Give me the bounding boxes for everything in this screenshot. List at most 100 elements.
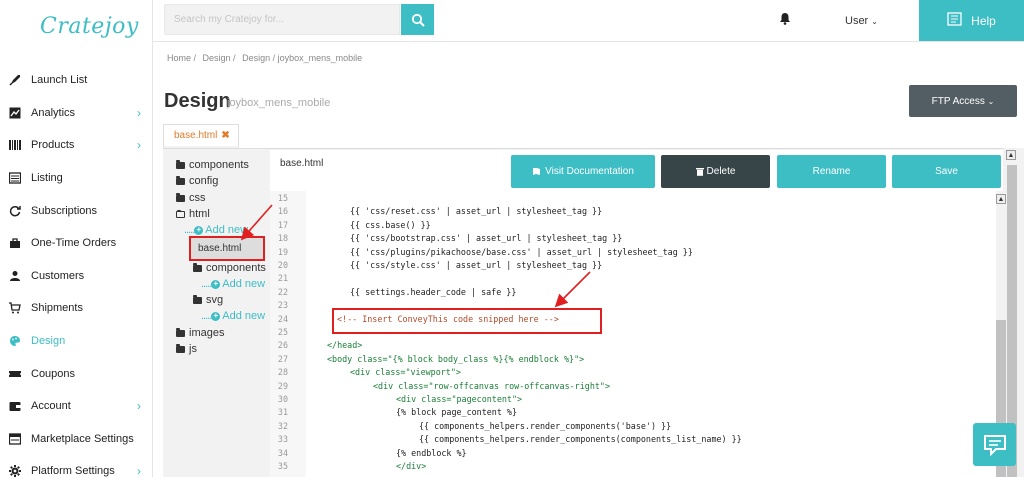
tree-folder-images[interactable]: images bbox=[176, 327, 224, 339]
line-number: 22 bbox=[277, 286, 288, 297]
tree-folder-css[interactable]: css bbox=[176, 192, 206, 204]
sidebar-item-label: Listing bbox=[31, 172, 63, 185]
sidebar-item-listing[interactable]: Listing bbox=[0, 162, 153, 195]
help-button[interactable]: Help bbox=[919, 0, 1024, 41]
close-tab-icon[interactable]: ✖ bbox=[221, 130, 229, 141]
add-new-label: Add new bbox=[205, 224, 249, 236]
sidebar-item-design[interactable]: Design bbox=[0, 325, 153, 358]
code-line: 20 {{ 'css/style.css' | asset_url | style… bbox=[270, 259, 602, 271]
delete-button[interactable]: Delete bbox=[661, 155, 770, 188]
tree-folder-config[interactable]: config bbox=[176, 175, 218, 187]
help-book-icon bbox=[947, 12, 962, 29]
code-line: 26 </head> bbox=[270, 339, 362, 351]
code-line: 17 {{ css.base() }} bbox=[270, 219, 431, 231]
tree-folder-svg[interactable]: svg bbox=[193, 294, 223, 306]
breadcrumb-home[interactable]: Home / bbox=[167, 53, 196, 63]
code-line: 19 {{ 'css/plugins/pikachoose/base.css' |… bbox=[270, 246, 693, 258]
rocket-icon bbox=[8, 73, 22, 87]
sidebar-item-launch-list[interactable]: Launch List bbox=[0, 64, 153, 97]
search-icon bbox=[411, 13, 425, 27]
search-input[interactable] bbox=[164, 4, 400, 35]
code-line: 24 <!-- Insert ConveyThis code snipped he… bbox=[270, 313, 559, 325]
breadcrumb-design[interactable]: Design / bbox=[203, 53, 236, 63]
tree-folder-label: svg bbox=[206, 294, 224, 306]
code-text: {% endblock %} bbox=[396, 447, 467, 458]
book-icon bbox=[533, 168, 541, 175]
sidebar: Cratejoy Launch List Analytics › Products › L… bbox=[0, 0, 153, 477]
code-scroll-up-arrow-icon[interactable]: ▲ bbox=[996, 194, 1006, 204]
add-new-svg-link[interactable]: ..... + Add new bbox=[201, 310, 265, 322]
visit-documentation-button[interactable]: Visit Documentation bbox=[511, 155, 655, 188]
sidebar-item-label: Products bbox=[31, 139, 75, 152]
tree-folder-html[interactable]: html bbox=[176, 208, 210, 220]
folder-icon bbox=[193, 262, 202, 272]
line-number: 16 bbox=[277, 206, 288, 217]
notifications-bell-icon[interactable] bbox=[779, 12, 791, 28]
code-line: 33 {{ components_helpers.render_component… bbox=[270, 433, 742, 445]
code-line: 31 {% block page_content %} bbox=[270, 406, 517, 418]
ticket-icon bbox=[8, 367, 22, 381]
code-line: 22 {{ settings.header_code | safe }} bbox=[270, 286, 517, 298]
sidebar-item-one-time-orders[interactable]: One-Time Orders bbox=[0, 227, 153, 260]
tree-folder-label: html bbox=[189, 208, 210, 220]
line-number: 17 bbox=[277, 219, 288, 230]
line-number: 27 bbox=[277, 353, 288, 364]
line-number: 29 bbox=[277, 380, 288, 391]
breadcrumb: Home / Design / Design / joybox_mens_mob… bbox=[167, 53, 366, 63]
tree-folder-html-components[interactable]: components bbox=[193, 262, 266, 274]
save-button[interactable]: Save bbox=[892, 155, 1001, 188]
sidebar-item-coupons[interactable]: Coupons bbox=[0, 357, 153, 390]
sidebar-item-analytics[interactable]: Analytics › bbox=[0, 97, 153, 130]
sidebar-item-account[interactable]: Account › bbox=[0, 390, 153, 423]
code-text: {{ css.base() }} bbox=[350, 219, 431, 230]
plus-icon: + bbox=[194, 225, 204, 235]
add-new-components-link[interactable]: ..... + Add new bbox=[201, 278, 265, 290]
tree-folder-components[interactable]: components bbox=[176, 159, 249, 171]
code-text: {{ 'css/reset.css' | asset_url | stylesh… bbox=[350, 206, 603, 217]
sidebar-item-customers[interactable]: Customers bbox=[0, 260, 153, 293]
chat-widget-button[interactable] bbox=[973, 423, 1016, 466]
plus-icon: + bbox=[211, 311, 221, 321]
search-button[interactable] bbox=[401, 4, 434, 35]
code-line: 34 {% endblock %} bbox=[270, 447, 467, 459]
code-text: <div class="pagecontent"> bbox=[396, 394, 523, 404]
sidebar-item-platform-settings[interactable]: Platform Settings › bbox=[0, 455, 153, 477]
add-new-html-link[interactable]: ..... + Add new bbox=[184, 224, 248, 236]
chevron-down-icon: ⌄ bbox=[987, 96, 995, 106]
bag-icon bbox=[8, 236, 22, 250]
line-number: 31 bbox=[277, 407, 288, 418]
tree-folder-js[interactable]: js bbox=[176, 343, 197, 355]
code-line: 23 bbox=[270, 299, 288, 311]
person-icon bbox=[8, 269, 22, 283]
sidebar-item-label: Subscriptions bbox=[31, 204, 98, 217]
line-number: 34 bbox=[277, 447, 288, 458]
tree-file-base-html[interactable]: base.html bbox=[189, 236, 265, 261]
highlight-box-comment bbox=[332, 308, 602, 334]
sidebar-item-subscriptions[interactable]: Subscriptions bbox=[0, 194, 153, 227]
page-scroll-up-arrow-icon[interactable]: ▲ bbox=[1006, 150, 1016, 160]
rename-button[interactable]: Rename bbox=[777, 155, 886, 188]
sidebar-item-label: Analytics bbox=[31, 106, 76, 119]
sidebar-item-shipments[interactable]: Shipments bbox=[0, 292, 153, 325]
sidebar-item-label: Customers bbox=[31, 269, 85, 282]
user-label: User bbox=[845, 15, 869, 27]
line-number: 35 bbox=[277, 461, 288, 471]
tree-folder-label: config bbox=[189, 175, 219, 187]
sidebar-item-products[interactable]: Products › bbox=[0, 129, 153, 162]
chevron-right-icon: › bbox=[137, 138, 141, 153]
open-file-tab[interactable]: base.html ✖ bbox=[163, 124, 239, 148]
sidebar-item-label: Shipments bbox=[31, 302, 83, 315]
sidebar-item-marketplace-settings[interactable]: Marketplace Settings bbox=[0, 423, 153, 456]
ftp-access-button[interactable]: FTP Access ⌄ bbox=[909, 85, 1017, 117]
code-editor[interactable]: 15 16 {{ 'css/reset.css' | asset_url | sty… bbox=[270, 191, 996, 477]
breadcrumb-current[interactable]: Design / joybox_mens_mobile bbox=[242, 53, 362, 63]
line-number: 21 bbox=[277, 273, 288, 284]
wallet-icon bbox=[8, 399, 22, 413]
folder-icon bbox=[176, 175, 185, 185]
cratejoy-logo[interactable]: Cratejoy bbox=[40, 14, 139, 39]
user-menu[interactable]: User ⌄ bbox=[845, 15, 878, 27]
chevron-down-icon: ⌄ bbox=[871, 17, 878, 26]
tree-connector: ..... bbox=[201, 278, 212, 290]
code-line: 28 <div class="viewport"> bbox=[270, 366, 461, 378]
refresh-icon bbox=[8, 204, 22, 218]
